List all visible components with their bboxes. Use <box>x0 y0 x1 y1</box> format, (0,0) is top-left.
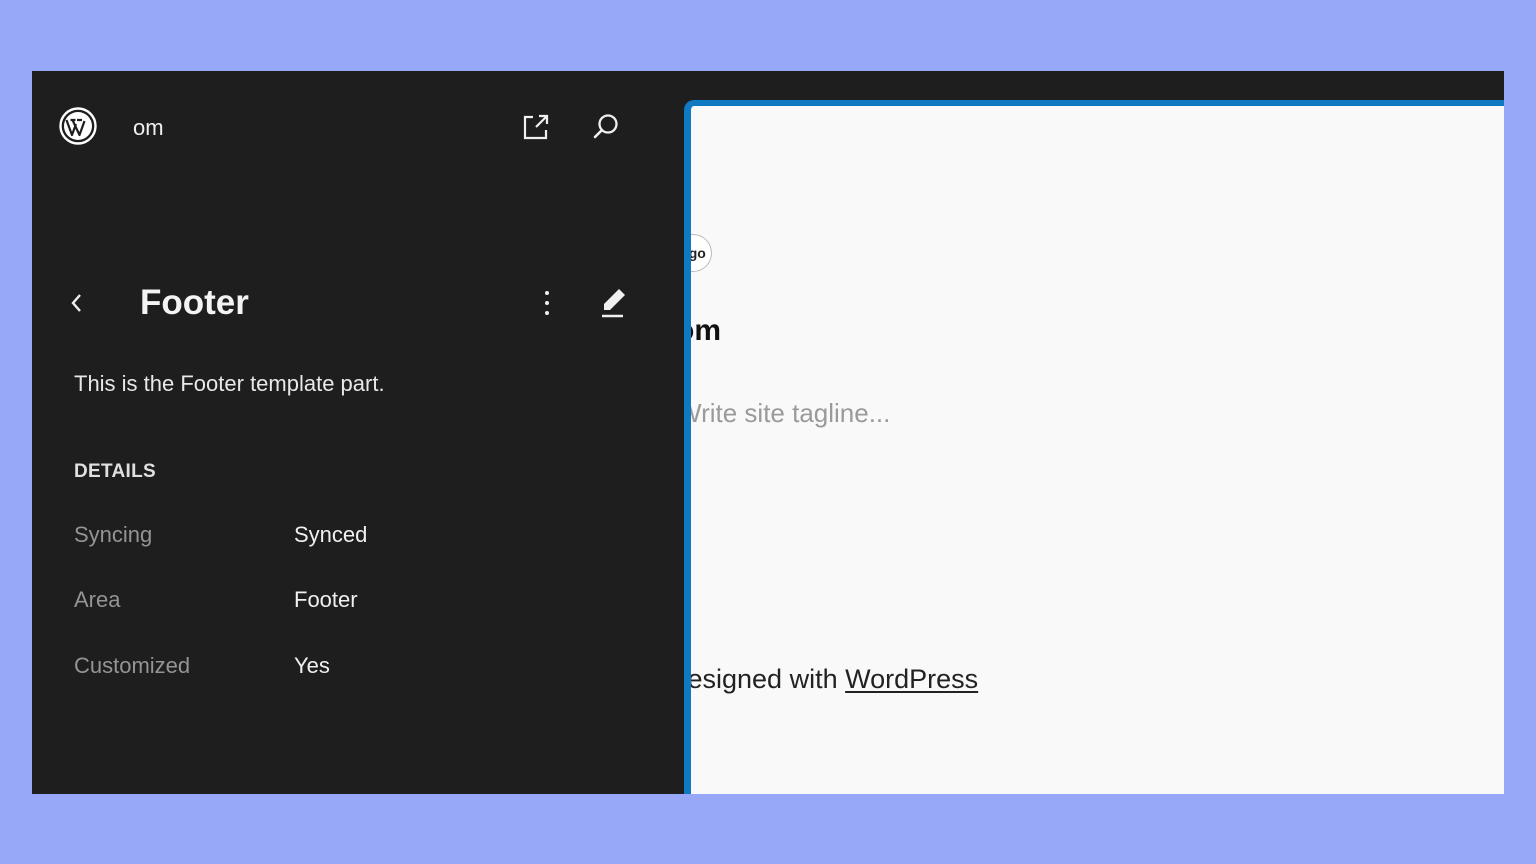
chevron-left-icon[interactable] <box>62 285 92 321</box>
credit-text: Designed with <box>684 664 846 694</box>
template-preview-frame[interactable]: ogo om Write site tagline... Designed wi… <box>684 100 1504 794</box>
more-vertical-icon[interactable] <box>532 285 562 321</box>
site-title[interactable]: om <box>133 115 164 141</box>
external-link-icon[interactable] <box>518 109 554 145</box>
panel-title: Footer <box>140 283 249 322</box>
footer-credit: Designed with WordPress <box>684 664 978 695</box>
template-description: This is the Footer template part. <box>74 371 385 396</box>
detail-label: Area <box>74 587 121 612</box>
sidebar: om Footer This is the Footer template pa… <box>32 71 684 794</box>
detail-value: Yes <box>294 653 330 678</box>
wordpress-link[interactable]: WordPress <box>845 664 978 694</box>
site-tagline-placeholder[interactable]: Write site tagline... <box>691 398 890 429</box>
preview-site-title[interactable]: om <box>691 314 721 348</box>
detail-row-syncing: Syncing Synced <box>74 522 634 556</box>
details-heading: DETAILS <box>74 461 156 482</box>
detail-label: Syncing <box>74 522 153 547</box>
detail-row-area: Area Footer <box>74 587 634 621</box>
detail-value: Synced <box>294 522 368 547</box>
detail-row-customized: Customized Yes <box>74 653 634 687</box>
search-icon[interactable] <box>588 109 624 145</box>
pencil-icon[interactable] <box>594 283 632 323</box>
site-logo-placeholder[interactable]: ogo <box>691 234 712 272</box>
detail-value: Footer <box>294 587 358 612</box>
site-editor-window: om Footer This is the Footer template pa… <box>32 71 1504 794</box>
wordpress-logo-icon[interactable] <box>59 107 97 145</box>
detail-label: Customized <box>74 653 191 678</box>
preview-canvas: ogo om Write site tagline... Designed wi… <box>684 106 1504 794</box>
